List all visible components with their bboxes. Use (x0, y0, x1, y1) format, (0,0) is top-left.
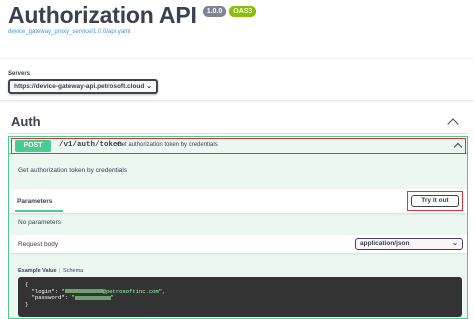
chevron-down-icon: ⌄ (146, 83, 152, 90)
try-it-out-button[interactable]: Try it out (411, 195, 459, 207)
highlight-box-summary (11, 138, 466, 154)
redacted-email (64, 289, 103, 294)
title-row: Authorization API 1.0.0 OAS3 (8, 2, 468, 28)
tab-active-underline (15, 210, 63, 212)
example-tabs: Example Value | Schema (18, 268, 83, 274)
api-info: Authorization API 1.0.0 OAS3 device_gate… (8, 2, 468, 35)
content-type-select[interactable]: application/json ⌄ (355, 238, 463, 250)
servers-label: Servers (8, 71, 31, 77)
tab-separator: | (57, 268, 63, 274)
tab-parameters[interactable]: Parameters (17, 198, 52, 205)
request-body-header: Request body application/json ⌄ (9, 235, 467, 253)
code-close-brace: } (25, 300, 29, 308)
server-select-value: https://device-gateway-api.petrosoft.clo… (14, 83, 145, 90)
code-password-key: "password": (31, 294, 72, 301)
code-password-value: " " (71, 294, 114, 301)
oas-badge: OAS3 (229, 6, 257, 17)
no-parameters-text: No parameters (18, 219, 61, 226)
tag-section: Auth (8, 110, 468, 134)
server-select[interactable]: https://device-gateway-api.petrosoft.clo… (8, 79, 158, 94)
tab-schema[interactable]: Schema (63, 268, 83, 274)
chevron-up-icon[interactable] (447, 118, 459, 130)
version-badge: 1.0.0 (202, 6, 227, 17)
tab-example-value[interactable]: Example Value (18, 268, 57, 274)
parameters-header: Parameters (9, 189, 467, 213)
content-type-value: application/json (360, 240, 410, 247)
redacted-password (74, 295, 111, 300)
spec-link[interactable]: device_gateway_proxy_service/1.0.0/api.y… (8, 29, 468, 35)
api-title: Authorization API (8, 2, 197, 28)
example-code-block: { "login": " @petrosoftinc.com", "passwor… (18, 277, 462, 317)
tag-header-auth[interactable]: Auth (8, 110, 468, 134)
servers-bar: Servers https://device-gateway-api.petro… (0, 58, 474, 100)
request-body-label: Request body (18, 241, 59, 248)
chevron-down-icon: ⌄ (452, 240, 458, 247)
tag-name: Auth (11, 114, 41, 129)
operation-description: Get authorization token by credentials (18, 167, 128, 174)
operation-block: POST /v1/auth/token Get authorization to… (8, 136, 468, 319)
